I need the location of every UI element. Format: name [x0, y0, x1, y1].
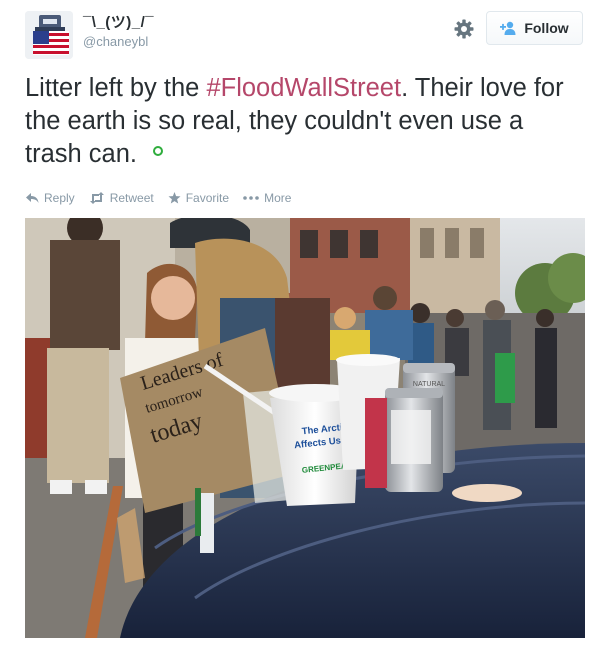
more-action[interactable]: More	[243, 191, 291, 205]
star-icon	[168, 192, 181, 204]
flag-avatar-icon	[25, 11, 73, 59]
reply-label: Reply	[44, 191, 75, 205]
more-dots-icon	[243, 196, 259, 200]
favorite-label: Favorite	[185, 191, 230, 205]
add-user-icon	[500, 21, 516, 35]
screen-name[interactable]: @chaneybl	[83, 34, 154, 50]
retweet-label: Retweet	[109, 191, 154, 205]
follow-button[interactable]: Follow	[486, 11, 583, 45]
street-litter-photo: Leaders of tomorrow today The Arctic Aff…	[25, 218, 585, 638]
favorite-action[interactable]: Favorite	[168, 191, 229, 205]
follow-button-label: Follow	[524, 20, 569, 36]
tweet-header: ¯\_(ツ)_/¯ @chaneybl Follow	[25, 11, 583, 59]
hashtag-link[interactable]: #FloodWallStreet	[206, 74, 401, 102]
can-label: NATURAL	[413, 381, 445, 388]
tweet-photo[interactable]: Leaders of tomorrow today The Arctic Aff…	[25, 218, 585, 638]
author-names: ¯\_(ツ)_/¯ @chaneybl	[83, 14, 154, 50]
display-name[interactable]: ¯\_(ツ)_/¯	[83, 14, 154, 32]
more-label: More	[264, 191, 292, 205]
gear-icon[interactable]	[453, 18, 475, 40]
tweet-actions: Reply Retweet Favorite More	[25, 191, 305, 205]
avatar[interactable]	[25, 11, 73, 59]
reply-icon	[26, 193, 39, 203]
tweet-text: Litter left by the #FloodWallStreet. The…	[25, 72, 565, 171]
trend-dot-icon	[152, 146, 163, 156]
retweet-icon	[89, 192, 104, 204]
tweet-text-start: Litter left by the	[25, 74, 207, 102]
retweet-action[interactable]: Retweet	[89, 191, 154, 205]
reply-action[interactable]: Reply	[25, 191, 75, 205]
